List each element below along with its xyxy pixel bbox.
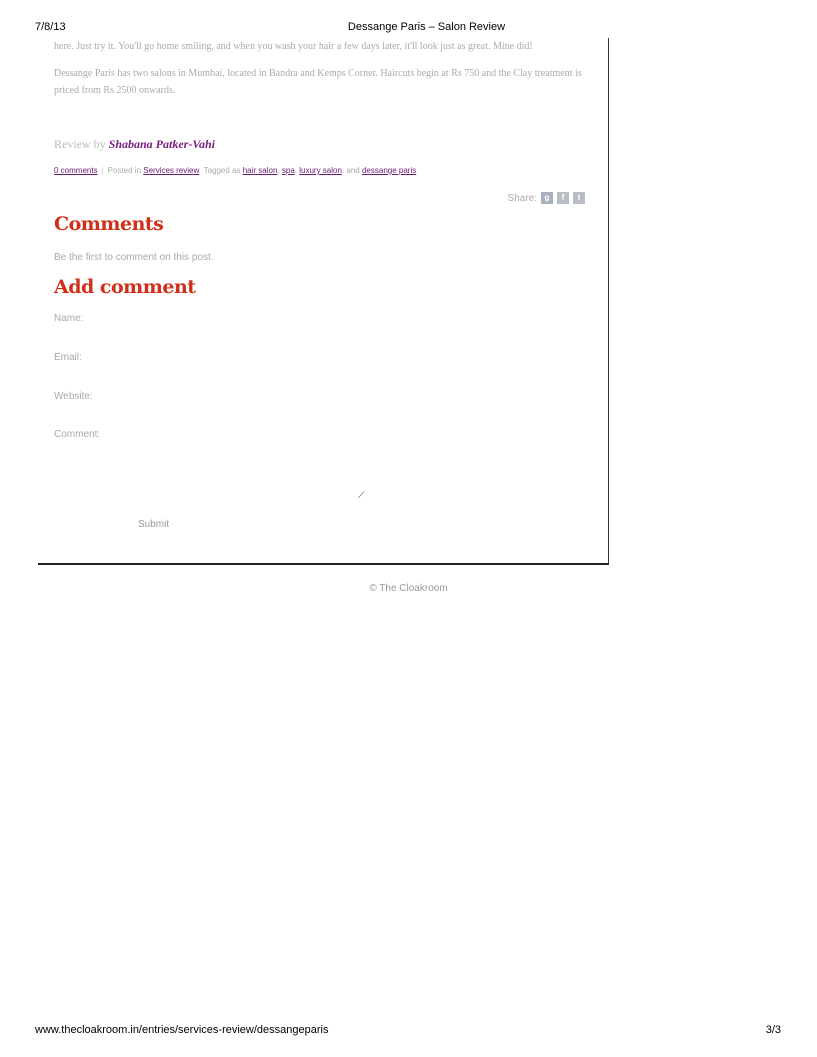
submit-button[interactable]: Submit	[138, 519, 169, 530]
no-comments-text: Be the first to comment on this post.	[54, 252, 214, 263]
tag-link-spa[interactable]: spa	[282, 166, 295, 175]
posted-in-label: Posted in	[107, 166, 142, 175]
meta-separator: |	[101, 166, 104, 175]
post-meta: 0 comments | Posted in Services review Tag…	[54, 166, 417, 175]
tag-link-luxury-salon[interactable]: luxury salon	[299, 166, 342, 175]
print-footer-page: 3/3	[765, 1024, 781, 1036]
tag-link-hair-salon[interactable]: hair salon	[243, 166, 278, 175]
website-field-label[interactable]: Website:	[54, 391, 93, 402]
comments-count-link[interactable]: 0 comments	[54, 166, 98, 175]
review-prefix: Review by	[54, 137, 106, 151]
category-link[interactable]: Services review	[143, 166, 199, 175]
name-field-label[interactable]: Name:	[54, 313, 83, 324]
add-comment-heading: Add comment	[54, 276, 196, 298]
tag-link-dessange-paris[interactable]: dessange paris	[362, 166, 416, 175]
review-author[interactable]: Shabana Patker-Vahi	[109, 137, 215, 151]
google-icon[interactable]: g	[541, 192, 553, 204]
content-panel: here. Just try it. You'll go home smilin…	[38, 38, 609, 565]
copyright: © The Cloakroom	[369, 583, 448, 594]
and-label: and	[346, 166, 360, 175]
article-paragraph: here. Just try it. You'll go home smilin…	[54, 41, 533, 52]
print-footer-url: www.thecloakroom.in/entries/services-rev…	[35, 1024, 329, 1036]
comments-heading: Comments	[54, 213, 164, 235]
article-paragraph: Dessange Paris has two salons in Mumbai,…	[54, 68, 582, 96]
textarea-resize-handle-icon[interactable]: ⟋	[358, 490, 364, 501]
email-field-label[interactable]: Email:	[54, 352, 82, 363]
comment-field-label[interactable]: Comment:	[54, 429, 100, 440]
tagged-as-label: Tagged as	[203, 166, 241, 175]
twitter-icon[interactable]: t	[573, 192, 585, 204]
share-bar: Share: g f t	[508, 192, 585, 204]
review-byline: Review by Shabana Patker-Vahi	[54, 137, 215, 152]
share-label: Share:	[507, 192, 537, 204]
facebook-icon[interactable]: f	[557, 192, 569, 204]
print-header-title: Dessange Paris – Salon Review	[347, 21, 506, 33]
